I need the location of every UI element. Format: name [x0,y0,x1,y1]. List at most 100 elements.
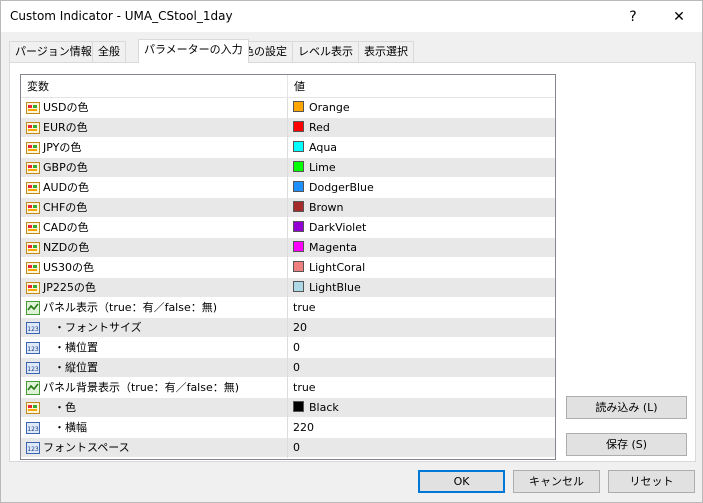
param-name-cell: 123 ・縦位置 [21,358,287,378]
table-row[interactable]: USDの色 Orange [21,98,555,118]
param-value-cell[interactable]: true [287,378,555,398]
param-name-cell: NZDの色 [21,238,287,258]
int-param-icon: 123 [26,321,40,335]
param-name: JPYの色 [43,141,82,154]
table-row[interactable]: GBPの色 Lime [21,158,555,178]
tab-general[interactable]: 全般 [92,41,126,62]
param-value-cell[interactable]: Brown [287,198,555,218]
column-header-variable[interactable]: 変数 [21,75,49,98]
load-button[interactable]: 読み込み (L) [566,396,687,419]
param-value-cell[interactable]: LightBlue [287,278,555,298]
param-name-cell: CADの色 [21,218,287,238]
cancel-button[interactable]: キャンセル [513,470,600,493]
table-row[interactable]: 123 ・縦位置 0 [21,358,555,378]
color-swatch [293,401,304,412]
param-value: true [293,381,316,394]
reset-button[interactable]: リセット [608,470,695,493]
param-value-cell[interactable]: 220 [287,418,555,438]
window-title: Custom Indicator - UMA_CStool_1day [10,9,233,23]
close-button[interactable]: ✕ [656,1,702,32]
grid-rows: USDの色 Orange EURの色 Red JPYの色 Aqua GBPの色 Lime AUD… [21,98,555,458]
table-row[interactable]: CADの色 DarkViolet [21,218,555,238]
color-param-icon [26,161,40,175]
table-row[interactable]: パネル背景表示（true：有／false：無) true [21,378,555,398]
color-param-icon [26,121,40,135]
param-value-cell[interactable]: DodgerBlue [287,178,555,198]
svg-text:123: 123 [27,366,39,373]
svg-text:123: 123 [27,346,39,353]
table-row[interactable]: EURの色 Red [21,118,555,138]
help-button[interactable]: ? [610,1,656,32]
param-value-cell[interactable]: Orange [287,98,555,118]
param-value: 0 [293,441,300,454]
table-row[interactable]: JPYの色 Aqua [21,138,555,158]
save-button[interactable]: 保存 (S) [566,433,687,456]
param-name-cell: 123 ・フォントサイズ [21,318,287,338]
color-param-icon [26,221,40,235]
param-value-cell[interactable]: true [287,298,555,318]
column-header-value[interactable]: 値 [287,75,305,98]
param-value-cell[interactable]: Lime [287,158,555,178]
color-param-icon [26,261,40,275]
param-name: ・フォントサイズ [43,321,142,334]
param-name: ・縦位置 [43,361,98,374]
param-name: NZDの色 [43,241,90,254]
param-value: LightBlue [309,281,361,294]
table-row[interactable]: JP225の色 LightBlue [21,278,555,298]
parameters-grid[interactable]: 変数 値 USDの色 Orange EURの色 Red JPYの色 Aqua GBPの色 Li… [20,74,556,460]
param-value-cell[interactable]: 0 [287,438,555,458]
param-value-cell[interactable]: 0 [287,358,555,378]
help-icon: ? [629,8,637,25]
color-swatch [293,121,304,132]
param-name-cell: USDの色 [21,98,287,118]
param-value: Aqua [309,141,338,154]
table-row[interactable]: 123 ・フォントサイズ 20 [21,318,555,338]
param-name-cell: EURの色 [21,118,287,138]
tab-parameters[interactable]: パラメーターの入力 [138,39,249,63]
svg-text:123: 123 [27,426,39,433]
param-name: フォントスペース [43,441,130,454]
bool-param-icon [26,381,40,395]
param-value-cell[interactable]: 0 [287,338,555,358]
param-value-cell[interactable]: Magenta [287,238,555,258]
table-row[interactable]: パネル表示（true：有／false：無) true [21,298,555,318]
table-row[interactable]: AUDの色 DodgerBlue [21,178,555,198]
param-value-cell[interactable]: Red [287,118,555,138]
table-row[interactable]: 123 ・横位置 0 [21,338,555,358]
grid-header: 変数 値 [21,75,555,98]
table-row[interactable]: 123 ・横幅 220 [21,418,555,438]
param-name: ・横幅 [43,421,87,434]
table-row[interactable]: ・色 Black [21,398,555,418]
color-param-icon [26,401,40,415]
param-name-cell: ・色 [21,398,287,418]
color-swatch [293,261,304,272]
tab-version-info[interactable]: パージョン情報 [9,41,98,62]
param-name: パネル表示（true：有／false：無) [43,301,218,314]
param-value-cell[interactable]: 20 [287,318,555,338]
ok-button[interactable]: OK [418,470,505,493]
title-bar: Custom Indicator - UMA_CStool_1day ? ✕ [1,1,702,32]
param-name-cell: パネル背景表示（true：有／false：無) [21,378,287,398]
param-value: Red [309,121,330,134]
param-name-cell: 123 ・横幅 [21,418,287,438]
color-swatch [293,241,304,252]
param-name: US30の色 [43,261,95,274]
param-value-cell[interactable]: Black [287,398,555,418]
param-value-cell[interactable]: Aqua [287,138,555,158]
tab-visualization[interactable]: 表示選択 [358,41,414,62]
param-value: DarkViolet [309,221,367,234]
color-swatch [293,221,304,232]
param-value-cell[interactable]: LightCoral [287,258,555,278]
param-name: JP225の色 [43,281,96,294]
param-value: Brown [309,201,344,214]
table-row[interactable]: NZDの色 Magenta [21,238,555,258]
tab-levels[interactable]: レベル表示 [292,41,359,62]
table-row[interactable]: US30の色 LightCoral [21,258,555,278]
param-name: AUDの色 [43,181,90,194]
color-swatch [293,141,304,152]
param-value: Lime [309,161,336,174]
param-value-cell[interactable]: DarkViolet [287,218,555,238]
table-row[interactable]: 123 フォントスペース 0 [21,438,555,458]
table-row[interactable]: CHFの色 Brown [21,198,555,218]
param-value: 0 [293,361,300,374]
